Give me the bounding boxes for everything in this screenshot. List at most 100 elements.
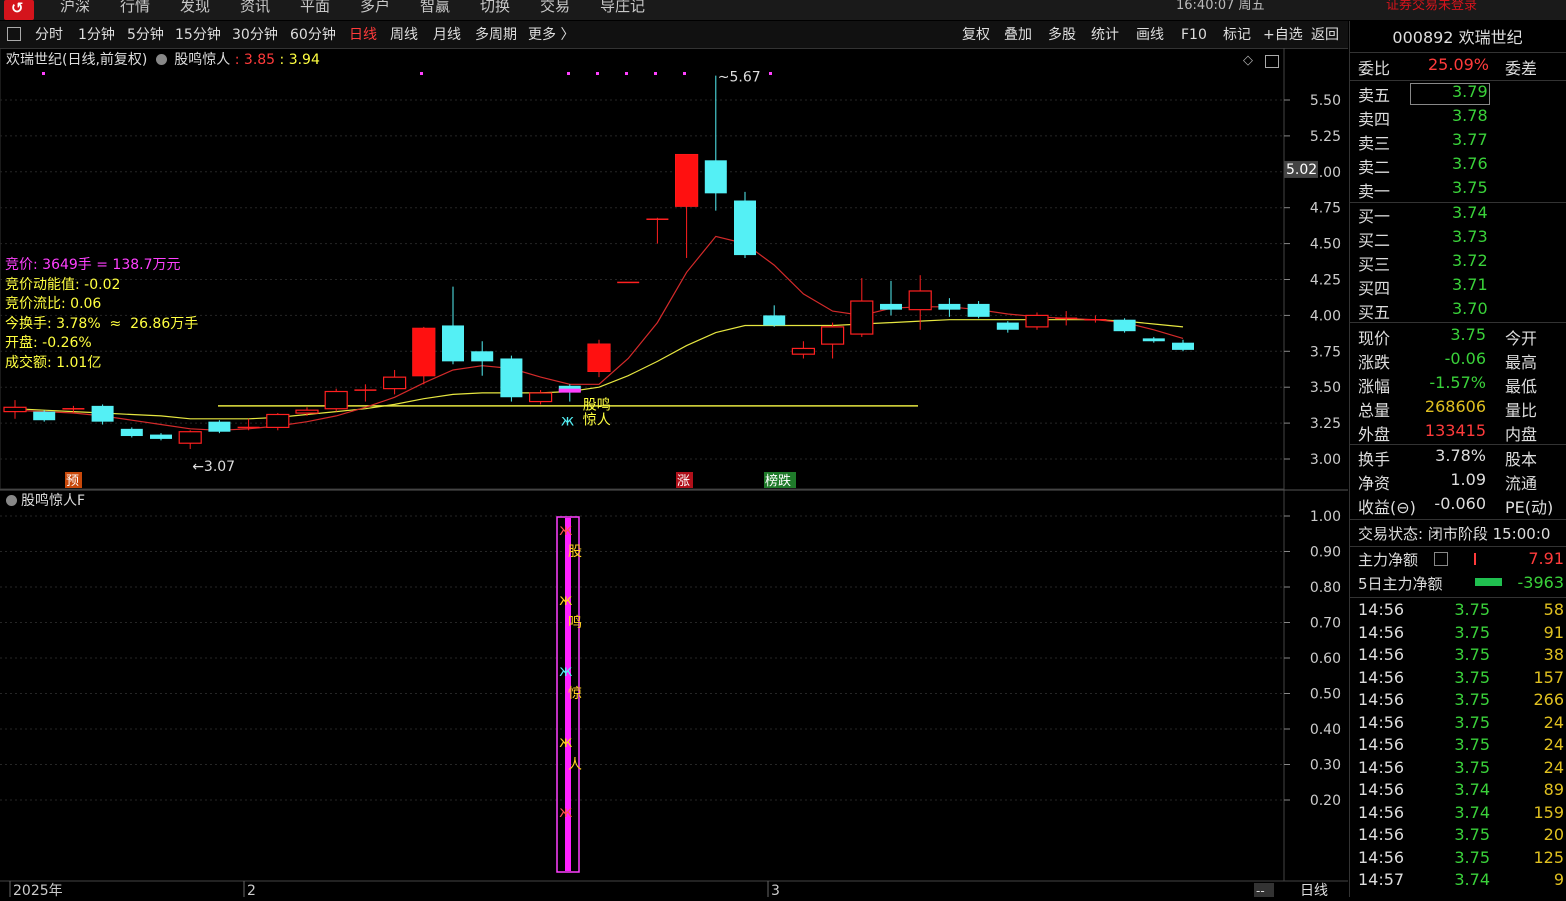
bid-price[interactable]: 3.70	[1452, 299, 1488, 318]
menu-item[interactable]: 沪深	[60, 0, 90, 20]
period-tab[interactable]: 15分钟	[175, 26, 221, 44]
toolbar-button[interactable]: 标记	[1223, 26, 1251, 44]
candle-up	[820, 326, 845, 345]
candle-up	[528, 392, 553, 403]
login-status[interactable]: 证券交易未登录	[1386, 0, 1477, 12]
ask-price[interactable]: 3.76	[1452, 154, 1488, 173]
badge-label: 预	[66, 474, 79, 489]
toolbar-button[interactable]: 返回	[1311, 26, 1339, 44]
flow-bar	[1474, 553, 1476, 565]
candle-doji	[354, 389, 377, 391]
sub-chart-title: 股鸣惊人F	[21, 493, 86, 509]
tick-volume: 159	[1533, 802, 1564, 822]
ask-price[interactable]: 3.77	[1452, 130, 1488, 149]
tick-price: 3.75	[1454, 847, 1490, 867]
bid-label: 买五	[1358, 303, 1391, 322]
app-logo-icon[interactable]: ↺	[4, 0, 34, 20]
toolbar-button[interactable]: 统计	[1091, 26, 1119, 44]
ask-price[interactable]: 3.75	[1452, 178, 1488, 197]
period-tab[interactable]: 周线	[390, 26, 418, 44]
tick-time: 14:56	[1358, 645, 1405, 664]
tick-time: 14:56	[1358, 667, 1405, 687]
low-label: ←3.07	[192, 459, 235, 475]
candle-up	[324, 390, 348, 410]
candle-doji	[1084, 319, 1107, 321]
tick-price: 3.75	[1454, 735, 1490, 754]
tick-price: 3.75	[1454, 645, 1490, 664]
quote-label-right: 内盘	[1505, 425, 1538, 444]
tick-price: 3.74	[1454, 780, 1490, 799]
menu-item[interactable]: 平面	[300, 0, 330, 20]
quote-value: 3.78%	[1435, 446, 1486, 465]
toolbar-button[interactable]: F10	[1181, 26, 1207, 44]
menu-item[interactable]: 切换	[480, 0, 510, 20]
info-icon[interactable]	[1434, 552, 1448, 566]
settings-icon[interactable]	[6, 495, 17, 506]
toolbar-button[interactable]: 多股	[1048, 26, 1076, 44]
sub-y-tick-label: 0.20	[1310, 793, 1341, 809]
toolbar-button[interactable]: 叠加	[1004, 26, 1032, 44]
toolbar-button[interactable]: 画线	[1136, 26, 1164, 44]
bid-price[interactable]: 3.71	[1452, 275, 1488, 294]
chart-header: 欢瑞世纪(日线,前复权) 股鸣惊人 : 3.85 : 3.94	[6, 52, 320, 68]
sidebar-toggle-icon[interactable]	[7, 27, 21, 41]
clock: 16:40:07 周五	[1176, 0, 1265, 13]
info-line: 今换手: 3.78% ≈ 26.86万手	[5, 315, 199, 332]
divider	[1350, 597, 1566, 598]
x-tick-label: 3	[771, 883, 780, 897]
badge-label: 涨	[677, 474, 690, 489]
menu-item[interactable]: 发现	[180, 0, 210, 20]
quote-label: 涨跌	[1358, 353, 1391, 372]
period-tab[interactable]: 日线	[349, 26, 377, 44]
divider	[1350, 546, 1566, 547]
candle-down	[91, 405, 114, 422]
bid-price[interactable]: 3.72	[1452, 251, 1488, 270]
settings-icon[interactable]	[155, 54, 167, 65]
info-line: 竞价流比: 0.06	[5, 296, 102, 312]
candle-up-solid	[412, 328, 435, 376]
period-tab[interactable]: 30分钟	[232, 26, 278, 44]
menu-item[interactable]: 行情	[120, 0, 150, 20]
diamond-icon[interactable]: ◇	[1243, 53, 1253, 68]
window-icon[interactable]	[1265, 55, 1279, 68]
candle-up-solid	[675, 154, 698, 207]
period-tab[interactable]: 多周期	[475, 26, 517, 44]
period-tab[interactable]: 分时	[35, 26, 63, 44]
candle-doji	[237, 426, 260, 429]
signal-char: 惊	[568, 686, 582, 702]
sub-chart-header: 股鸣惊人F	[6, 492, 85, 510]
y-tick-label: 5.50	[1310, 93, 1341, 109]
ask-price[interactable]: 3.78	[1452, 106, 1488, 125]
bid-price[interactable]: 3.73	[1452, 227, 1488, 246]
signal-dot	[654, 72, 657, 75]
period-tab[interactable]: 月线	[433, 26, 461, 44]
menu-item[interactable]: 智赢	[420, 0, 450, 20]
candle-down	[1113, 319, 1136, 332]
sub-y-tick-label: 0.50	[1310, 687, 1341, 703]
menu-item[interactable]: 导庄记	[600, 0, 645, 20]
tick-price: 3.75	[1454, 622, 1490, 642]
candle-up	[850, 300, 874, 335]
period-tab[interactable]: 5分钟	[127, 26, 164, 44]
butterfly-icon: ж	[559, 733, 573, 751]
candle-up	[1025, 314, 1049, 328]
candle-down	[150, 434, 172, 439]
menu-item[interactable]: 多户	[360, 0, 390, 20]
menu-item[interactable]: 资讯	[240, 0, 270, 20]
kline-chart[interactable]: 5.505.255.004.754.504.254.003.753.503.25…	[0, 47, 1348, 899]
trade-status: 交易状态: 闭市阶段 15:00:0	[1358, 525, 1551, 543]
quote-value: -1.57%	[1429, 373, 1486, 392]
period-tab[interactable]: 更多 〉	[528, 26, 574, 44]
period-tab[interactable]: 60分钟	[290, 26, 336, 44]
chart-area[interactable]: 5.50 5.25 5.00 4.75 4.50 4.25 4.00 3.75 3.50 3.25…	[0, 47, 1348, 899]
toolbar-button[interactable]: 复权	[962, 26, 990, 44]
sub-y-tick-label: 0.90	[1310, 545, 1341, 561]
menu-item[interactable]: 交易	[540, 0, 570, 20]
quote-label-right: 最高	[1505, 353, 1538, 372]
butterfly-icon: ж	[559, 591, 573, 609]
period-tab[interactable]: 1分钟	[78, 26, 115, 44]
signal-bar	[558, 388, 581, 393]
selected-price-box	[1410, 83, 1490, 105]
toolbar-button[interactable]: +自选	[1263, 26, 1303, 44]
bid-price[interactable]: 3.74	[1452, 203, 1488, 222]
